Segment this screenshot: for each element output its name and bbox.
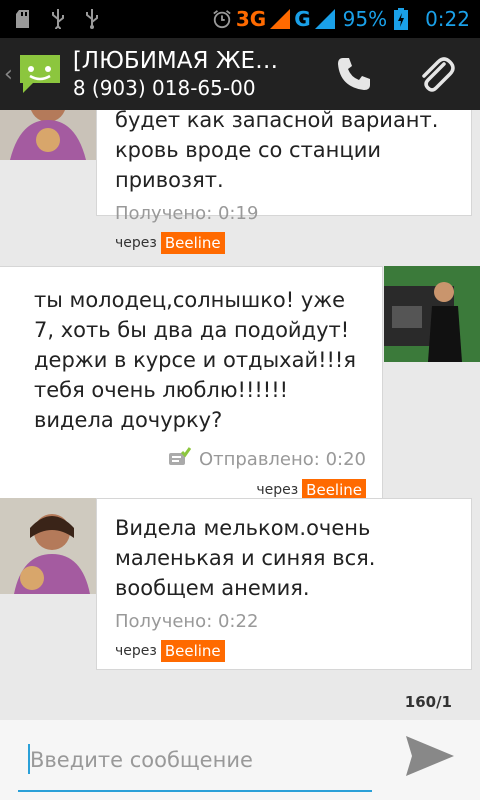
messaging-app-icon[interactable] <box>17 51 63 97</box>
signal-g-icon <box>314 9 335 29</box>
contact-phone: 8 (903) 018-65-00 <box>72 76 256 100</box>
message-via: через Beeline <box>115 640 453 662</box>
send-icon <box>406 736 454 776</box>
action-bar: ‹ [ЛЮБИМАЯ ЖЕ… 8 (903) 018-65-00 <box>0 38 480 110</box>
sd-card-icon <box>14 9 34 29</box>
contact-avatar <box>0 498 96 594</box>
message-bubble: Видела мельком.очень маленькая и синяя в… <box>96 498 472 670</box>
battery-percent: 95% <box>342 7 388 31</box>
message-bubble: будет как запасной вариант. кровь вроде … <box>96 110 472 254</box>
text-caret <box>28 744 30 774</box>
message-bubble: ты молодец,солнышко! уже 7, хоть бы два … <box>0 266 383 501</box>
message-text: ты молодец,солнышко! уже 7, хоть бы два … <box>34 288 356 432</box>
message-input[interactable] <box>18 736 386 784</box>
attach-button[interactable] <box>414 52 458 96</box>
usb-debug-icon <box>82 9 102 29</box>
back-chevron-icon[interactable]: ‹ <box>4 62 13 87</box>
message-via: через Beeline <box>115 232 453 254</box>
carrier-badge: Beeline <box>160 640 225 662</box>
usb-icon <box>48 9 68 29</box>
message-text: Видела мельком.очень маленькая и синяя в… <box>115 516 376 600</box>
network-3g-label: 3G <box>235 7 267 31</box>
network-g-label: G <box>294 7 311 31</box>
call-button[interactable] <box>332 52 376 96</box>
message-status: Получено: 0:22 <box>115 611 259 632</box>
conversation-list[interactable]: будет как запасной вариант. кровь вроде … <box>0 110 480 690</box>
message-text: будет как запасной вариант. кровь вроде … <box>115 110 439 192</box>
status-bar: 3G G 95% 0:22 <box>0 0 480 38</box>
contact-name: [ЛЮБИМАЯ ЖЕ… <box>72 48 279 74</box>
message-status: Отправлено: 0:20 <box>198 448 366 470</box>
user-avatar <box>384 266 480 362</box>
battery-charging-icon <box>391 8 411 30</box>
signal-3g-icon <box>270 9 291 29</box>
compose-input-wrapper[interactable] <box>18 736 386 792</box>
message-status: Получено: 0:19 <box>115 203 259 224</box>
via-label: через <box>256 482 299 498</box>
via-label: через <box>115 235 157 251</box>
alarm-icon <box>212 9 232 29</box>
phone-icon <box>338 58 370 90</box>
sent-check-icon <box>168 447 192 471</box>
character-counter: 160/1 <box>404 693 452 711</box>
send-button[interactable] <box>404 734 456 778</box>
clock: 0:22 <box>425 7 470 31</box>
carrier-badge: Beeline <box>160 232 225 254</box>
contact-avatar <box>0 110 96 178</box>
via-label: через <box>115 643 157 659</box>
paperclip-icon <box>422 57 455 92</box>
